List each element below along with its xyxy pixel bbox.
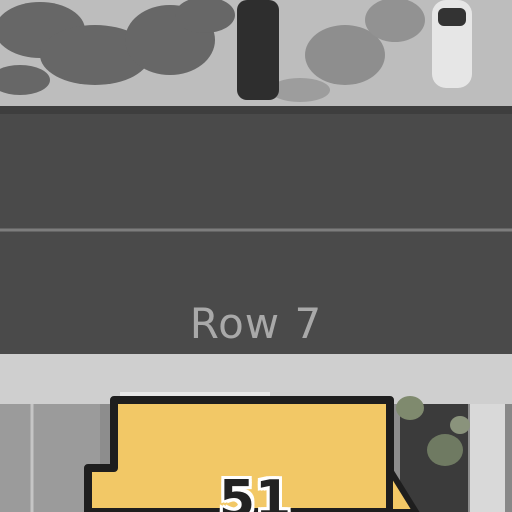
road-label: Row 7 [189, 299, 323, 348]
aerial-map[interactable]: Row 7 51 [0, 0, 512, 512]
lot-51-parcel[interactable] [0, 0, 512, 512]
lot-number-label: 51 [218, 470, 292, 512]
